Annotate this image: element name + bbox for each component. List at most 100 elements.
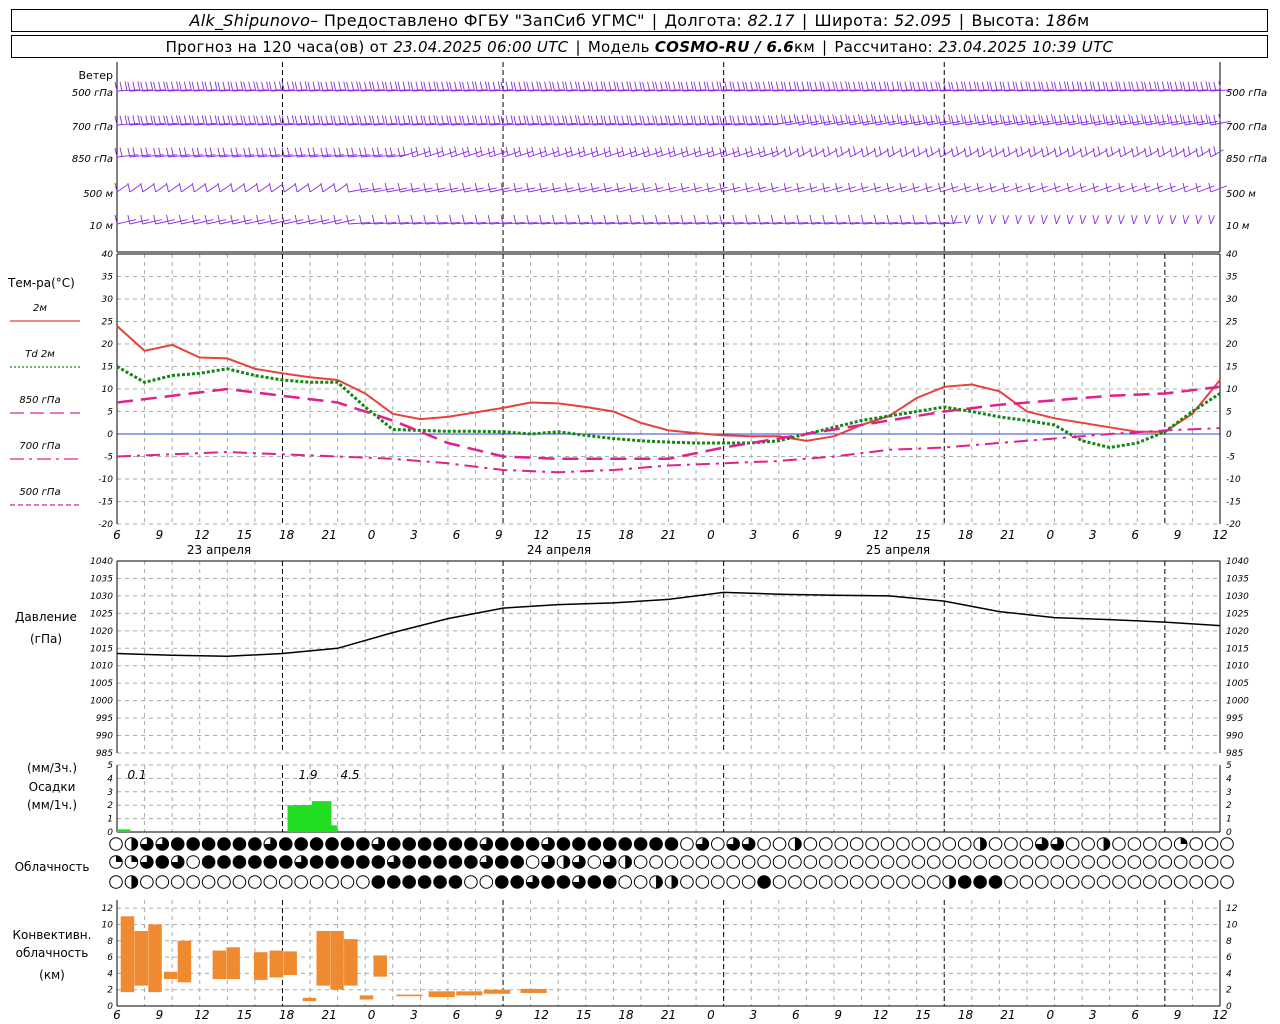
wind-barb-feather: [1154, 114, 1157, 124]
wind-barb-feather: [325, 81, 329, 91]
wind-barb-feather: [1066, 214, 1070, 225]
cloud-symbol: [1050, 875, 1065, 889]
conv-hour-label: 18: [618, 1008, 634, 1022]
wind-barb-feather: [951, 182, 954, 193]
cloud-symbol: [1158, 837, 1173, 851]
tick-label-right: 30: [1226, 295, 1238, 305]
wind-barb-shaft: [1158, 215, 1164, 225]
wind-barb-feather: [1097, 146, 1101, 156]
wind-barb-feather: [719, 214, 723, 225]
wind-barb-feather: [1046, 81, 1049, 91]
wind-barb-feather: [268, 182, 272, 193]
wind-barb-feather: [487, 115, 491, 126]
conv-hour-label: 21: [661, 1008, 676, 1022]
wind-barb-feather: [860, 182, 864, 193]
wind-barb-feather: [1123, 115, 1127, 125]
cloud-symbol: [1143, 875, 1157, 889]
wind-barb-feather: [454, 115, 458, 125]
wind-barb-feather: [183, 81, 187, 91]
wind-barb-feather: [436, 182, 440, 193]
wind-barb-shaft: [1146, 149, 1160, 158]
wind-barb-feather: [801, 146, 805, 156]
conv-hour-label: 9: [156, 1008, 164, 1022]
wind-barb-feather: [369, 81, 372, 91]
wind-barb-feather: [384, 81, 388, 92]
cloud-fill: [248, 837, 262, 851]
temp-hour-label: 9: [495, 528, 503, 542]
wind-barb-feather: [513, 182, 517, 193]
wind-barb-feather: [951, 147, 954, 158]
wind-barb-feather: [1187, 81, 1191, 91]
cloud-symbol: [865, 855, 879, 869]
wind-barb-feather: [667, 115, 671, 126]
wind-barb-feather: [127, 81, 131, 92]
wind-barb-feather: [788, 146, 792, 156]
wind-barb-feather: [325, 115, 329, 125]
wind-barb-shaft: [1159, 149, 1173, 158]
wind-barb-shaft: [1094, 215, 1100, 225]
wind-barb-feather: [642, 115, 646, 126]
cloud-symbol: [325, 875, 339, 889]
wind-barb-feather: [1128, 114, 1132, 124]
cloud-symbol: [1189, 855, 1203, 869]
tick-label-right: 0: [1226, 828, 1232, 838]
wind-barb-feather: [364, 115, 367, 125]
wind-barb-feather: [119, 147, 123, 157]
wind-barb-feather: [989, 214, 993, 225]
wind-barb-feather: [680, 214, 684, 225]
precip-3h-label: 1.9: [298, 768, 317, 782]
wind-barb-feather: [467, 115, 470, 125]
tick-label-right: 1020: [1226, 627, 1249, 637]
wind-barb-feather: [526, 115, 530, 126]
wind-barb-feather: [549, 81, 553, 91]
wind-barb-feather: [690, 81, 694, 91]
pressure-unit: (гПа): [30, 632, 62, 646]
cloud-fill: [649, 837, 663, 851]
wind-barb-feather: [557, 81, 560, 91]
wind-barb-shaft: [901, 149, 915, 158]
wind-barb-feather: [642, 81, 646, 92]
wind-barb-feather: [590, 115, 594, 126]
wind-barb-feather: [474, 115, 478, 126]
wind-barb-feather: [693, 182, 697, 193]
cloud-symbol: [880, 837, 895, 851]
wind-barb-feather: [423, 115, 427, 126]
wind-barb-feather: [732, 115, 736, 126]
wind-barb-feather: [1144, 81, 1147, 92]
wind-barb-feather: [973, 81, 977, 91]
wind-barb-feather: [848, 81, 851, 92]
wind-barb-feather: [294, 214, 298, 225]
wind-barb-feather: [1063, 114, 1067, 124]
wind-barb-feather: [590, 182, 594, 193]
wind-barb-feather: [217, 81, 221, 92]
wind-barb-feather: [150, 81, 154, 91]
cloud-symbol: [1019, 875, 1034, 889]
tick-label-left: 985: [96, 749, 113, 759]
wind-barb-feather: [371, 115, 375, 126]
cloud-fill: [171, 837, 185, 851]
wind-barb-shaft: [129, 184, 142, 193]
wind-barb-feather: [822, 81, 826, 92]
wind-barb-shaft: [1172, 185, 1189, 193]
wind-barb-feather: [178, 182, 182, 193]
wind-barb-feather: [523, 115, 527, 125]
wind-barb-feather: [420, 81, 424, 91]
cloud-symbol: [633, 855, 648, 869]
cloud-fill: [264, 855, 277, 869]
cloud-symbol: [1065, 855, 1080, 869]
wind-barb-feather: [381, 115, 385, 125]
cloud-symbol: [911, 875, 926, 889]
wind-barb-feather: [497, 115, 501, 125]
wind-barb-feather: [621, 115, 625, 125]
cloud-symbol: [525, 855, 540, 869]
wind-barb-feather: [1071, 81, 1075, 91]
conv-bar: [373, 955, 387, 977]
wind-barb-feather: [266, 81, 269, 91]
tick-label-right: 8: [1226, 937, 1232, 947]
wind-barb-feather: [886, 115, 890, 126]
wind-barb-shaft: [1055, 215, 1061, 225]
wind-barb-feather: [1053, 214, 1057, 225]
wind-barb-feather: [1058, 81, 1062, 91]
temp-hour-label: 0: [1046, 528, 1054, 542]
temp-hour-label: 15: [576, 528, 591, 542]
